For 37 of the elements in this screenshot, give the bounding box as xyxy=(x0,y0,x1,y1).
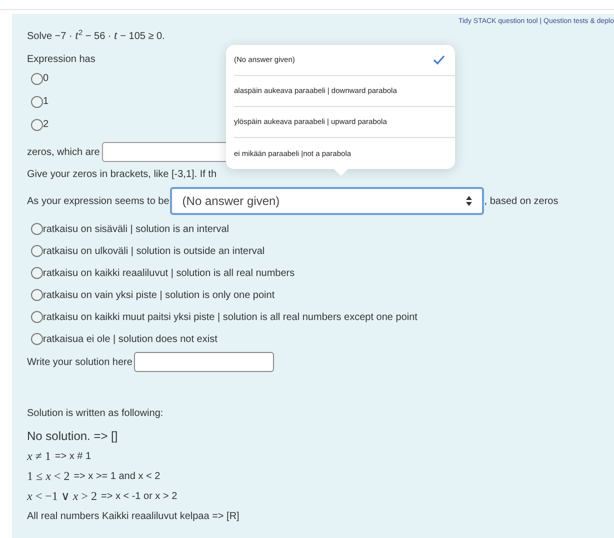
radio-button[interactable] xyxy=(31,223,43,235)
option-label: 1 xyxy=(43,95,49,109)
sort-caret-icon xyxy=(466,196,472,206)
math-expression: x ≠ 1 xyxy=(27,448,51,465)
radio-button[interactable] xyxy=(31,267,43,279)
hint-text: Give your zeros in brackets, like [-3,1]. If th xyxy=(27,168,217,181)
example-text: All real numbers Kaikki reaaliluvut kelpaa => [R] xyxy=(27,510,240,524)
prompt-text: As your expression seems to be xyxy=(27,194,170,208)
option-label: ratkaisu on kaikki muut paitsi yksi piste | solution is all real numbers except one point xyxy=(43,310,418,324)
radio-button[interactable] xyxy=(31,118,43,130)
field-label: Write your solution here xyxy=(27,356,132,370)
shape-select[interactable]: (No answer given) xyxy=(170,187,484,215)
radio-button[interactable] xyxy=(31,96,43,108)
option-label: ratkaisu on vain yksi piste | solution is only one point xyxy=(43,288,275,302)
example-text: => x < -1 or x > 2 xyxy=(100,490,178,504)
option-label: ratkaisu on kaikki reaaliluvut | solution is all real numbers xyxy=(43,266,295,280)
example-text: => x # 1 xyxy=(54,450,92,464)
option-label: ratkaisu on sisäväli | solution is an interval xyxy=(43,222,230,236)
math-expression: x < −1 ∨ x > 2 xyxy=(27,488,97,505)
question-text: Solve −7 · t$^{2}$ − 56 · t − 105 ≥ 0. xyxy=(27,27,165,44)
radio-button[interactable] xyxy=(31,333,43,345)
radio-button[interactable] xyxy=(31,245,43,257)
format-heading: Solution is written as following: xyxy=(27,407,164,421)
prompt-text: Expression has xyxy=(27,54,96,65)
field-label: zeros, which are xyxy=(27,146,100,160)
solution-input-field[interactable] xyxy=(134,352,274,372)
option-label: ratkaisu on ulkoväli | solution is outside an interval xyxy=(43,244,265,258)
math-expression: 1 ≤ x < 2 xyxy=(27,468,70,485)
example-text: => x >= 1 and x < 2 xyxy=(74,470,160,484)
radio-button[interactable] xyxy=(31,311,43,323)
suffix-text: , based on zeros xyxy=(484,194,558,208)
option-label: 2 xyxy=(43,118,49,132)
option-label: ratkaisua ei ole | solution does not exist xyxy=(43,332,218,346)
radio-button[interactable] xyxy=(31,72,43,84)
radio-button[interactable] xyxy=(31,289,43,301)
example-text: No solution. => [] xyxy=(27,428,118,445)
option-label: 0 xyxy=(43,72,49,86)
